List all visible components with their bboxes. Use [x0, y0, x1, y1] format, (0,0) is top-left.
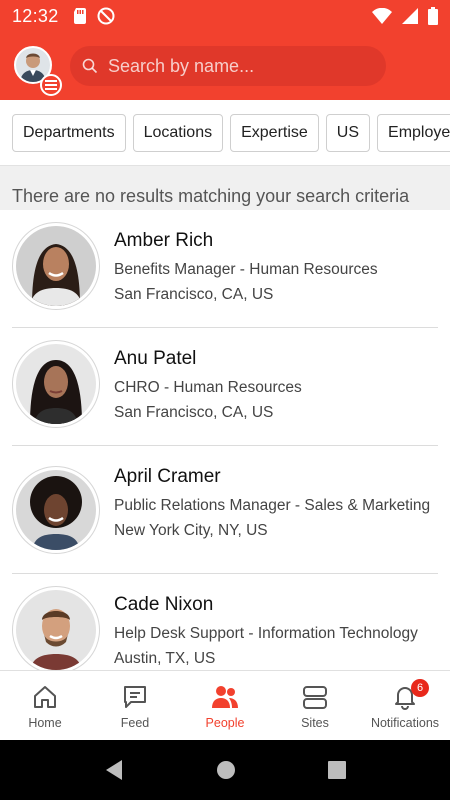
person-photo	[12, 340, 100, 428]
do-not-disturb-icon	[97, 7, 115, 25]
wifi-icon	[372, 8, 392, 24]
person-photo	[12, 586, 100, 670]
menu-icon	[40, 74, 62, 96]
nav-home[interactable]: Home	[0, 671, 90, 740]
chat-bubble-icon	[124, 685, 146, 708]
search-input[interactable]	[108, 55, 368, 77]
list-item[interactable]: Amber Rich Benefits Manager - Human Reso…	[12, 210, 438, 328]
filter-expertise[interactable]: Expertise	[230, 113, 319, 152]
nav-feed-label: Feed	[120, 715, 150, 730]
person-location: New York City, NY, US	[114, 522, 268, 539]
status-left-icons	[73, 7, 115, 25]
status-bar: 12:32	[0, 0, 450, 32]
nav-sites-label: Sites	[301, 715, 329, 730]
person-title: CHRO - Human Resources	[114, 379, 302, 396]
person-photo	[12, 466, 100, 554]
person-photo	[12, 222, 100, 310]
nav-notifications[interactable]: 6 Notifications	[360, 671, 450, 740]
nav-sites[interactable]: Sites	[270, 671, 360, 740]
list-item[interactable]: Anu Patel CHRO - Human Resources San Fra…	[12, 328, 438, 446]
notification-count-badge: 6	[411, 679, 429, 697]
nav-notifications-label: Notifications	[370, 715, 440, 730]
filter-departments[interactable]: Departments	[12, 113, 126, 152]
battery-icon	[428, 7, 438, 25]
nav-people[interactable]: People	[180, 671, 270, 740]
back-icon[interactable]	[104, 759, 124, 781]
app-header	[0, 32, 450, 100]
filter-employee[interactable]: Employee	[377, 113, 450, 152]
people-icon	[212, 685, 238, 708]
sites-icon	[303, 685, 327, 709]
person-title: Public Relations Manager - Sales & Marke…	[114, 497, 431, 514]
bottom-nav: Home Feed People Sites 6 Notifications	[0, 670, 450, 740]
home-icon	[34, 685, 56, 708]
search-icon	[82, 58, 98, 74]
system-nav-bar	[0, 740, 450, 800]
person-title: Benefits Manager - Human Resources	[114, 261, 378, 278]
person-name: April Cramer	[114, 466, 221, 487]
search-bar[interactable]	[70, 46, 386, 86]
person-location: Austin, TX, US	[114, 650, 216, 667]
nav-home-label: Home	[28, 715, 62, 730]
status-right-icons	[372, 7, 438, 25]
person-name: Amber Rich	[114, 230, 214, 251]
recents-icon[interactable]	[328, 761, 346, 779]
filter-locations[interactable]: Locations	[132, 113, 224, 152]
status-time: 12:32	[12, 5, 59, 26]
nav-feed[interactable]: Feed	[90, 671, 180, 740]
home-circle-icon[interactable]	[216, 760, 236, 780]
people-list[interactable]: Amber Rich Benefits Manager - Human Reso…	[0, 210, 450, 670]
person-location: San Francisco, CA, US	[114, 286, 274, 303]
signal-icon	[402, 8, 418, 24]
nav-people-label: People	[205, 715, 245, 730]
person-name: Cade Nixon	[114, 594, 214, 615]
sd-card-icon	[73, 8, 86, 24]
list-item[interactable]: Cade Nixon Help Desk Support - Informati…	[12, 574, 438, 670]
filter-us[interactable]: US	[325, 113, 371, 152]
profile-menu-button[interactable]	[14, 46, 62, 96]
person-location: San Francisco, CA, US	[114, 404, 274, 421]
person-title: Help Desk Support - Information Technolo…	[114, 625, 418, 642]
list-item[interactable]: April Cramer Public Relations Manager - …	[12, 446, 438, 574]
filter-bar: Departments Locations Expertise US Emplo…	[0, 100, 450, 166]
no-results-message: There are no results matching your searc…	[0, 166, 450, 210]
person-name: Anu Patel	[114, 348, 197, 369]
